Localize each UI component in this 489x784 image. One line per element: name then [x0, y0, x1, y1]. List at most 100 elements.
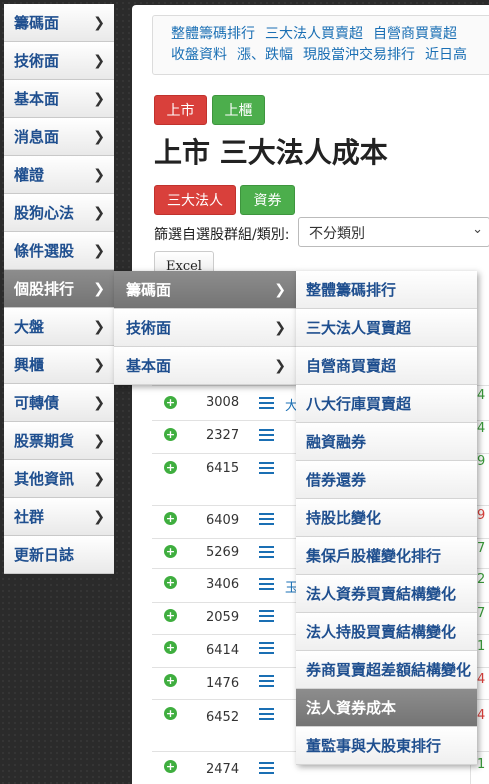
institutional-button[interactable]: 三大法人: [154, 185, 236, 215]
menu-item-margin-short[interactable]: 融資融券: [296, 423, 477, 461]
chevron-right-icon: ❯: [93, 14, 105, 31]
chevron-right-icon: ❯: [93, 432, 105, 449]
cell-value: 9: [477, 454, 486, 469]
chevron-right-icon: ❯: [93, 128, 105, 145]
sidebar-item-community[interactable]: 社群 ❯: [4, 498, 114, 536]
chevron-right-icon: ❯: [93, 204, 105, 221]
menu-item-inst-holding-structure[interactable]: 法人持股買賣結構變化: [296, 613, 477, 651]
chevron-right-icon: ❯: [93, 470, 105, 487]
quick-link[interactable]: 整體籌碼排行: [171, 26, 255, 42]
sidebar-item-chips[interactable]: 籌碼面 ❯: [4, 4, 114, 42]
chevron-right-icon: ❯: [274, 319, 286, 336]
sidebar-item-other[interactable]: 其他資訊 ❯: [4, 460, 114, 498]
menu-item-holding-change[interactable]: 持股比變化: [296, 499, 477, 537]
stock-code: 3008: [206, 395, 240, 410]
list-icon[interactable]: [259, 397, 274, 409]
expand-plus-icon[interactable]: +: [164, 512, 177, 525]
menu-item-directors-ranking[interactable]: 董監事與大股東排行: [296, 727, 477, 765]
menu-item-securities-lending[interactable]: 借券還券: [296, 461, 477, 499]
sidebar-item-convertible[interactable]: 可轉債 ❯: [4, 384, 114, 422]
expand-plus-icon[interactable]: +: [164, 461, 177, 474]
stock-code: 6409: [206, 513, 240, 528]
expand-plus-icon[interactable]: +: [164, 760, 177, 773]
quick-link[interactable]: 自營商買賣超: [373, 26, 457, 42]
rankings-submenu: 籌碼面 ❯ 技術面 ❯ 基本面 ❯: [114, 271, 296, 385]
expand-plus-icon[interactable]: +: [164, 396, 177, 409]
menu-item-inst-margin-structure[interactable]: 法人資券買賣結構變化: [296, 575, 477, 613]
expand-plus-icon[interactable]: +: [164, 545, 177, 558]
otc-market-button[interactable]: 上櫃: [212, 95, 265, 125]
quick-links: 整體籌碼排行 三大法人買賣超 自營商買賣超 收盤資料 漲、跌幅 現股當沖交易排行 近日高: [152, 15, 489, 75]
sidebar-item-fundamental[interactable]: 基本面 ❯: [4, 80, 114, 118]
menu-item-broker-diff-structure[interactable]: 券商買賣超差額結構變化: [296, 651, 477, 689]
sidebar-item-emerging[interactable]: 興櫃 ❯: [4, 346, 114, 384]
chevron-right-icon: ❯: [274, 357, 286, 374]
submenu-item-chips[interactable]: 籌碼面 ❯: [114, 271, 296, 309]
expand-plus-icon[interactable]: +: [164, 576, 177, 589]
list-icon[interactable]: [259, 513, 274, 525]
list-icon[interactable]: [259, 429, 274, 441]
sidebar-item-label: 消息面: [14, 128, 60, 146]
expand-plus-icon[interactable]: +: [164, 428, 177, 441]
chevron-right-icon: ❯: [93, 90, 105, 107]
submenu-item-fundamental[interactable]: 基本面 ❯: [114, 347, 296, 385]
sidebar-item-futures[interactable]: 股票期貨 ❯: [4, 422, 114, 460]
chevron-right-icon: ❯: [93, 394, 105, 411]
quick-link[interactable]: 漲、跌幅: [237, 47, 293, 63]
cell-value: 1: [477, 639, 486, 654]
list-icon[interactable]: [259, 610, 274, 622]
stock-code: 2474: [206, 762, 240, 777]
submenu-item-technical[interactable]: 技術面 ❯: [114, 309, 296, 347]
menu-item-tdcc-distribution[interactable]: 集保戶股權變化排行: [296, 537, 477, 575]
list-icon[interactable]: [259, 642, 274, 654]
sidebar-item-technical[interactable]: 技術面 ❯: [4, 42, 114, 80]
chevron-down-icon: ⌄: [472, 222, 483, 237]
cell-value: 4: [477, 672, 486, 687]
chevron-right-icon: ❯: [93, 356, 105, 373]
sidebar-item-changelog[interactable]: 更新日誌: [4, 536, 114, 574]
category-select[interactable]: 不分類別 ⌄: [298, 217, 489, 247]
list-icon[interactable]: [259, 578, 274, 590]
expand-plus-icon[interactable]: +: [164, 641, 177, 654]
sidebar-item-method[interactable]: 股狗心法 ❯: [4, 194, 114, 232]
menu-item-institutional-net[interactable]: 三大法人買賣超: [296, 309, 477, 347]
listed-market-button[interactable]: 上市: [154, 95, 207, 125]
list-icon[interactable]: [259, 708, 274, 720]
stock-code: 1476: [206, 676, 240, 691]
quick-link[interactable]: 收盤資料: [171, 47, 227, 63]
chevron-right-icon: ❯: [93, 52, 105, 69]
sidebar-item-label: 大盤: [14, 318, 45, 336]
stock-code: 5269: [206, 545, 240, 560]
list-icon[interactable]: [259, 462, 274, 474]
stock-code: 6415: [206, 461, 240, 476]
sidebar-item-market[interactable]: 大盤 ❯: [4, 308, 114, 346]
sidebar-item-label: 技術面: [14, 52, 60, 70]
list-icon[interactable]: [259, 762, 274, 774]
sidebar-item-news[interactable]: 消息面 ❯: [4, 118, 114, 156]
menu-item-dealer-net[interactable]: 自營商買賣超: [296, 347, 477, 385]
sidebar-item-label: 社群: [14, 508, 45, 526]
expand-plus-icon[interactable]: +: [164, 674, 177, 687]
submenu-item-label: 技術面: [126, 319, 172, 337]
expand-plus-icon[interactable]: +: [164, 707, 177, 720]
cell-value: 2: [477, 572, 486, 587]
sidebar-item-label: 條件選股: [14, 242, 75, 260]
cell-value: 1: [477, 757, 486, 772]
menu-item-eight-banks[interactable]: 八大行庫買賣超: [296, 385, 477, 423]
menu-item-overall-chips[interactable]: 整體籌碼排行: [296, 271, 477, 309]
expand-plus-icon[interactable]: +: [164, 609, 177, 622]
margin-button[interactable]: 資券: [240, 185, 295, 215]
quick-link[interactable]: 近日高: [425, 47, 467, 63]
sidebar-item-warrants[interactable]: 權證 ❯: [4, 156, 114, 194]
sidebar-item-screener[interactable]: 條件選股 ❯: [4, 232, 114, 270]
sidebar-item-label: 籌碼面: [14, 14, 60, 32]
menu-item-inst-margin-cost[interactable]: 法人資券成本: [296, 689, 477, 727]
list-icon[interactable]: [259, 546, 274, 558]
stock-code: 6414: [206, 643, 240, 658]
quick-link[interactable]: 三大法人買賣超: [265, 26, 363, 42]
list-icon[interactable]: [259, 675, 274, 687]
quick-link[interactable]: 現股當沖交易排行: [303, 47, 415, 63]
cell-value: 7: [477, 541, 486, 556]
sidebar-item-label: 更新日誌: [14, 546, 75, 564]
sidebar-item-rankings[interactable]: 個股排行 ❯: [4, 270, 114, 308]
